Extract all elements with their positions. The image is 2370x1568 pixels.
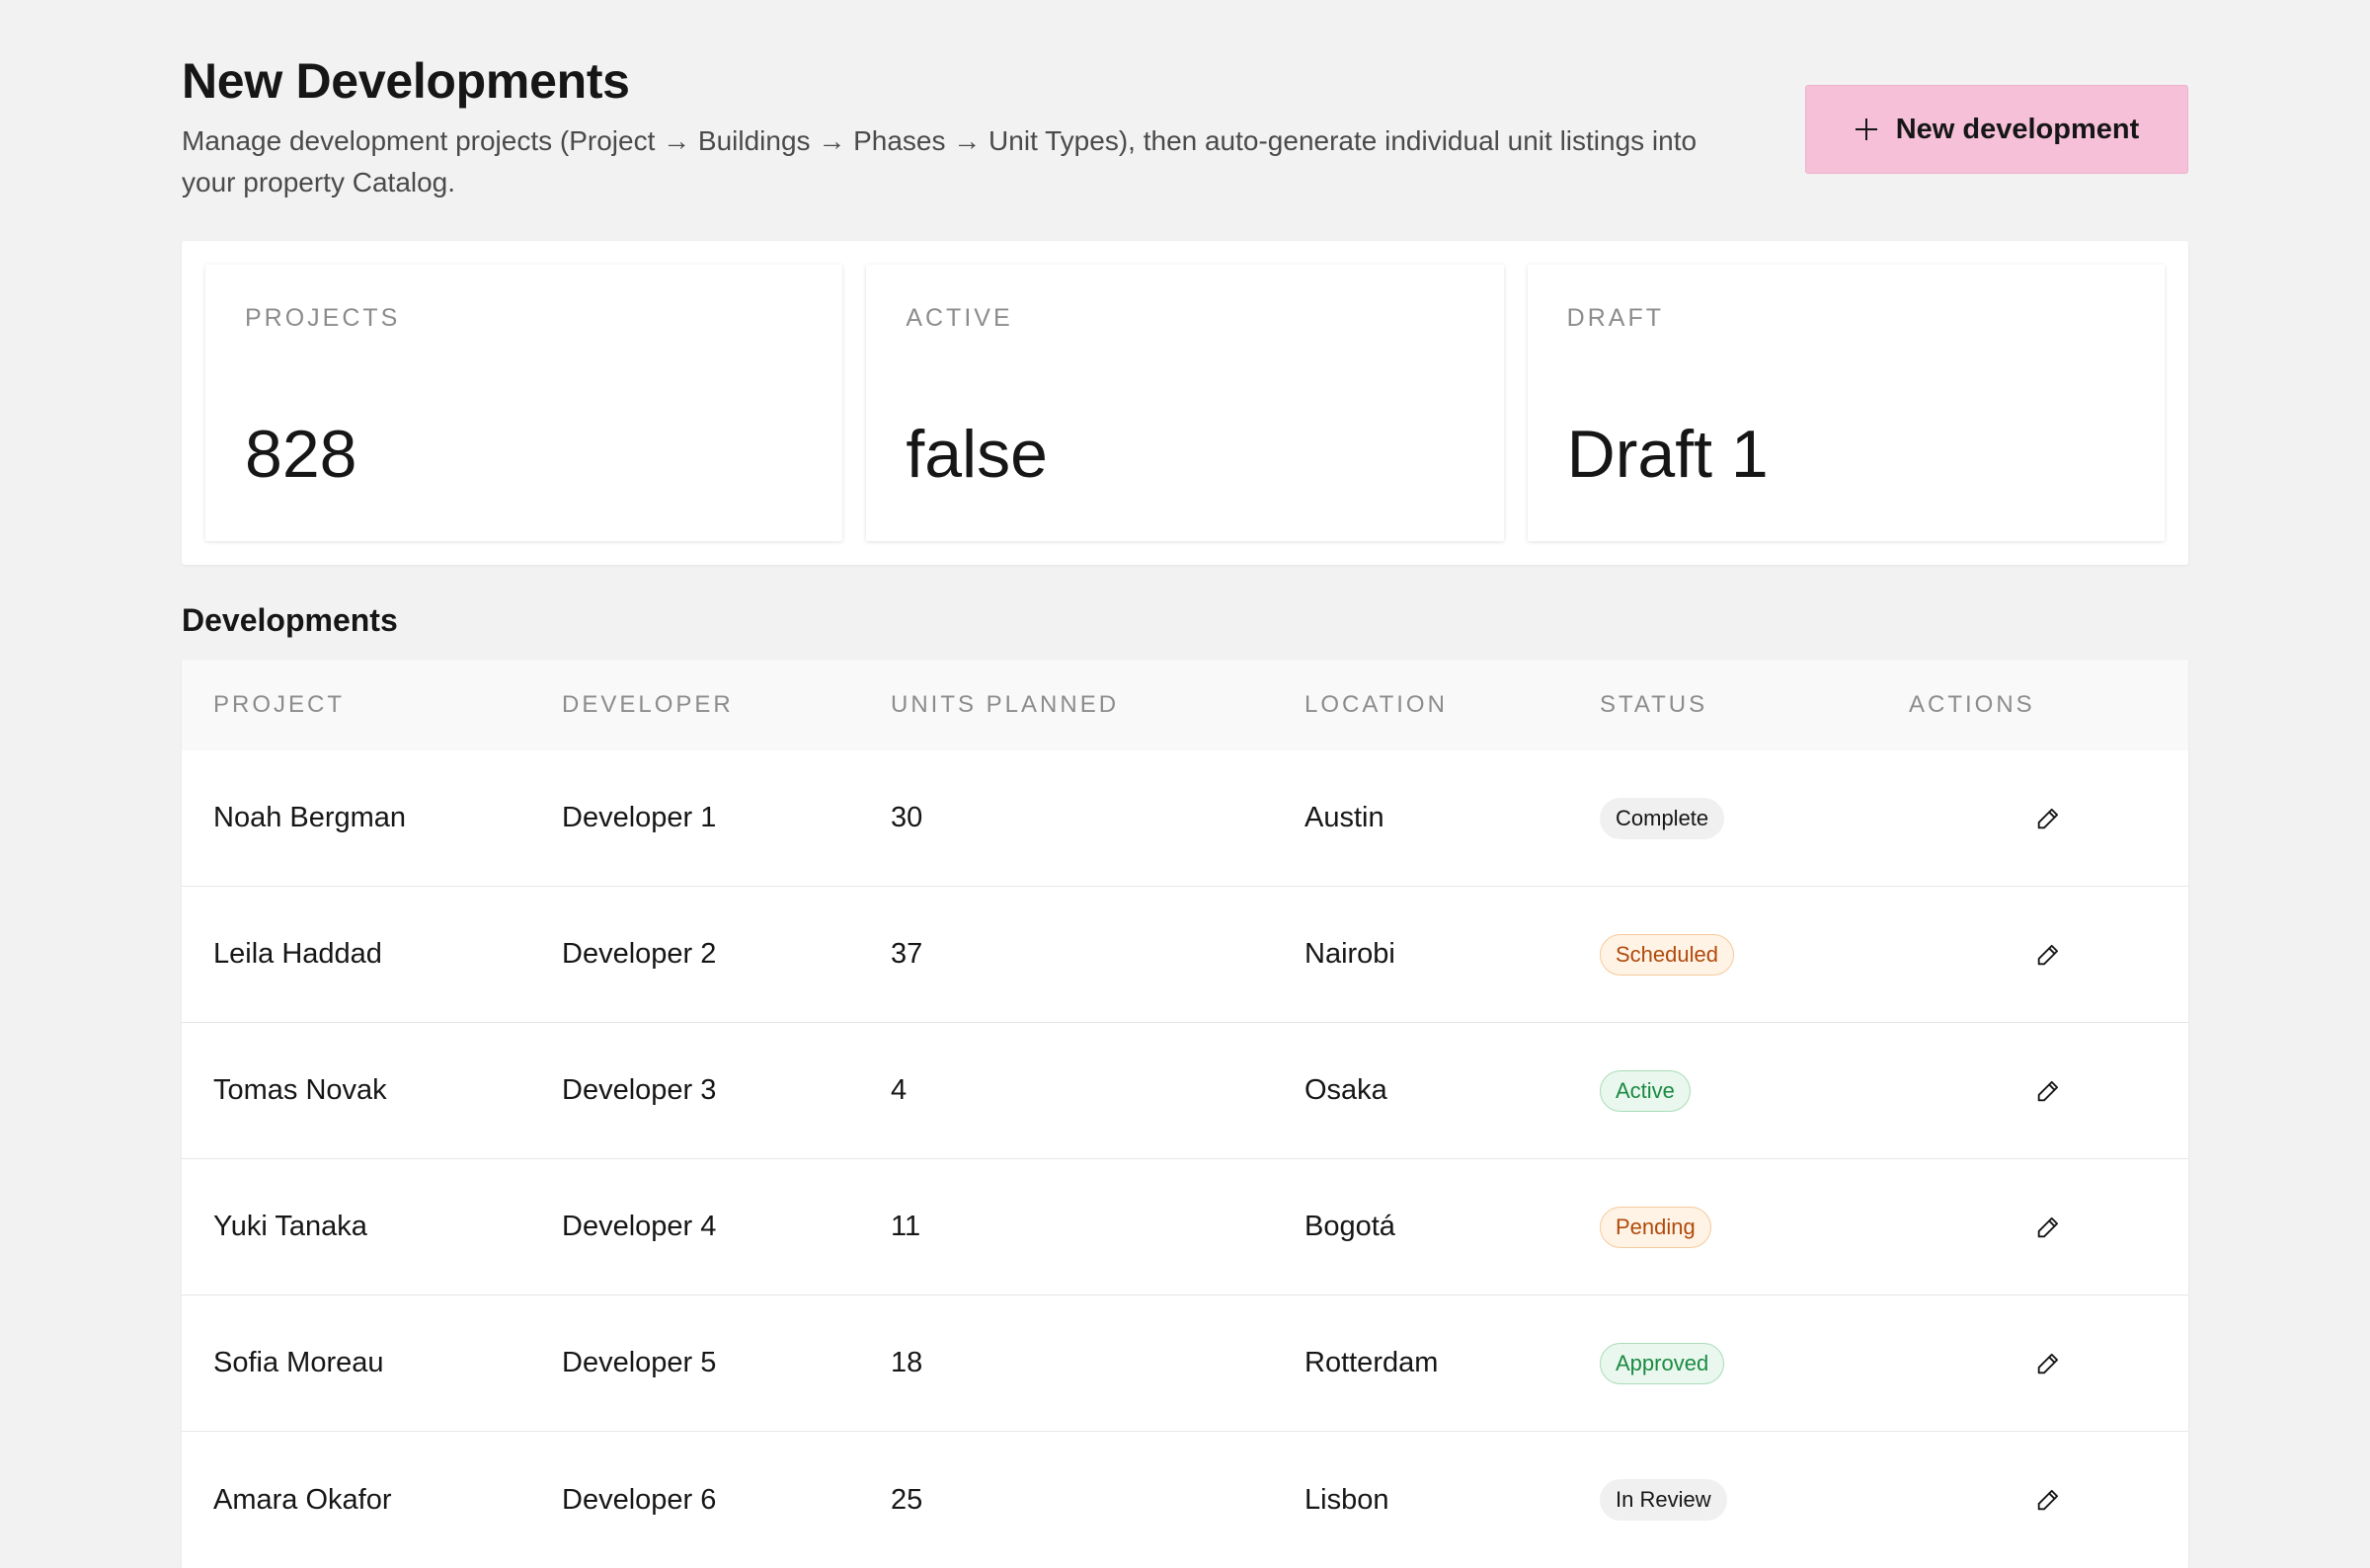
status-badge: Complete	[1600, 797, 1725, 839]
edit-button[interactable]	[2028, 1071, 2068, 1111]
stat-label: ACTIVE	[906, 304, 1013, 332]
developments-section-title: Developments	[182, 602, 398, 638]
edit-button[interactable]	[2028, 1480, 2068, 1520]
edit-button[interactable]	[2028, 1344, 2068, 1383]
status-badge: Approved	[1600, 1342, 1725, 1384]
column-header-actions: ACTIONS	[1909, 691, 2035, 718]
cell-developer: Developer 6	[562, 1483, 717, 1516]
new-development-button-label: New development	[1895, 113, 2140, 145]
column-header-project[interactable]: PROJECT	[182, 691, 562, 719]
status-badge: Pending	[1600, 1206, 1711, 1248]
edit-button[interactable]	[2028, 799, 2068, 838]
cell-units-planned: 4	[891, 1074, 908, 1106]
column-header-units-planned[interactable]: UNITS PLANNED	[891, 691, 1304, 719]
column-header-status[interactable]: STATUS	[1600, 691, 1909, 719]
cell-status: In Review	[1600, 1479, 1909, 1521]
pencil-icon	[2034, 1077, 2062, 1105]
table-row[interactable]: Sofia Moreau Developer 5 18 Rotterdam Approv…	[182, 1295, 2188, 1432]
stats-panel: PROJECTS 828 ACTIVE false DRAFT Draft 1	[182, 241, 2188, 565]
stat-value: Draft 1	[1566, 417, 1769, 492]
pencil-icon	[2034, 1350, 2062, 1377]
cell-location: Osaka	[1304, 1074, 1387, 1106]
cell-developer: Developer 2	[562, 938, 717, 970]
cell-developer: Developer 3	[562, 1074, 717, 1106]
cell-actions	[1909, 1208, 2188, 1247]
cell-units-planned: 18	[891, 1347, 923, 1378]
table-row[interactable]: Leila Haddad Developer 2 37 Nairobi Schedule…	[182, 887, 2188, 1023]
cell-developer: Developer 4	[562, 1211, 717, 1242]
cell-project: Leila Haddad	[213, 938, 382, 970]
cell-project: Yuki Tanaka	[213, 1211, 367, 1242]
status-badge: Active	[1600, 1069, 1691, 1112]
stat-value: false	[906, 417, 1048, 492]
pencil-icon	[2034, 1486, 2062, 1514]
stat-card-draft: DRAFT Draft 1	[1527, 265, 2165, 541]
pencil-icon	[2034, 941, 2062, 969]
pencil-icon	[2034, 805, 2062, 832]
stat-card-active: ACTIVE false	[866, 265, 1504, 541]
cell-actions	[1909, 935, 2188, 975]
cell-actions	[1909, 1480, 2188, 1520]
table-header-row: PROJECT DEVELOPER UNITS PLANNED LOCATION…	[182, 660, 2188, 750]
cell-status: Complete	[1600, 797, 1909, 839]
cell-status: Scheduled	[1600, 933, 1909, 976]
stat-value: 828	[245, 417, 357, 492]
plus-icon	[1855, 118, 1878, 141]
edit-button[interactable]	[2028, 935, 2068, 975]
cell-developer: Developer 5	[562, 1347, 717, 1378]
stat-label: PROJECTS	[245, 304, 401, 332]
cell-location: Lisbon	[1304, 1483, 1389, 1516]
status-badge: Scheduled	[1600, 933, 1734, 976]
cell-location: Rotterdam	[1304, 1347, 1439, 1378]
cell-status: Approved	[1600, 1342, 1909, 1384]
cell-actions	[1909, 799, 2188, 838]
cell-status: Active	[1600, 1069, 1909, 1112]
cell-units-planned: 11	[891, 1211, 921, 1242]
cell-status: Pending	[1600, 1206, 1909, 1248]
page: New Developments Manage development proj…	[182, 49, 2188, 1568]
table-row[interactable]: Yuki Tanaka Developer 4 11 Bogotá Pending	[182, 1159, 2188, 1295]
table-body: Noah Bergman Developer 1 30 Austin Complete L…	[182, 750, 2188, 1568]
pencil-icon	[2034, 1214, 2062, 1241]
cell-location: Austin	[1304, 802, 1384, 833]
edit-button[interactable]	[2028, 1208, 2068, 1247]
cell-project: Amara Okafor	[213, 1483, 392, 1516]
cell-actions	[1909, 1071, 2188, 1111]
stat-card-projects: PROJECTS 828	[205, 265, 843, 541]
cell-developer: Developer 1	[562, 802, 717, 833]
table-row[interactable]: Tomas Novak Developer 3 4 Osaka Active	[182, 1023, 2188, 1159]
table-row[interactable]: Noah Bergman Developer 1 30 Austin Complete	[182, 750, 2188, 887]
cell-project: Tomas Novak	[213, 1074, 387, 1106]
cell-location: Bogotá	[1304, 1211, 1395, 1242]
cell-units-planned: 30	[891, 802, 923, 833]
cell-project: Noah Bergman	[213, 802, 407, 833]
cell-units-planned: 37	[891, 938, 923, 970]
cell-actions	[1909, 1344, 2188, 1383]
table-row[interactable]: Amara Okafor Developer 6 25 Lisbon In Review	[182, 1432, 2188, 1568]
cell-units-planned: 25	[891, 1483, 923, 1516]
status-badge: In Review	[1600, 1479, 1727, 1521]
cell-location: Nairobi	[1304, 938, 1395, 970]
column-header-location[interactable]: LOCATION	[1304, 691, 1600, 719]
column-header-developer[interactable]: DEVELOPER	[562, 691, 891, 719]
page-header: New Developments Manage development proj…	[182, 49, 2188, 227]
page-subtitle: Manage development projects (Project → B…	[182, 125, 1698, 197]
developments-table: PROJECT DEVELOPER UNITS PLANNED LOCATION…	[182, 660, 2188, 1568]
cell-project: Sofia Moreau	[213, 1347, 384, 1378]
stat-label: DRAFT	[1566, 304, 1664, 332]
new-development-button[interactable]: New development	[1805, 85, 2188, 174]
